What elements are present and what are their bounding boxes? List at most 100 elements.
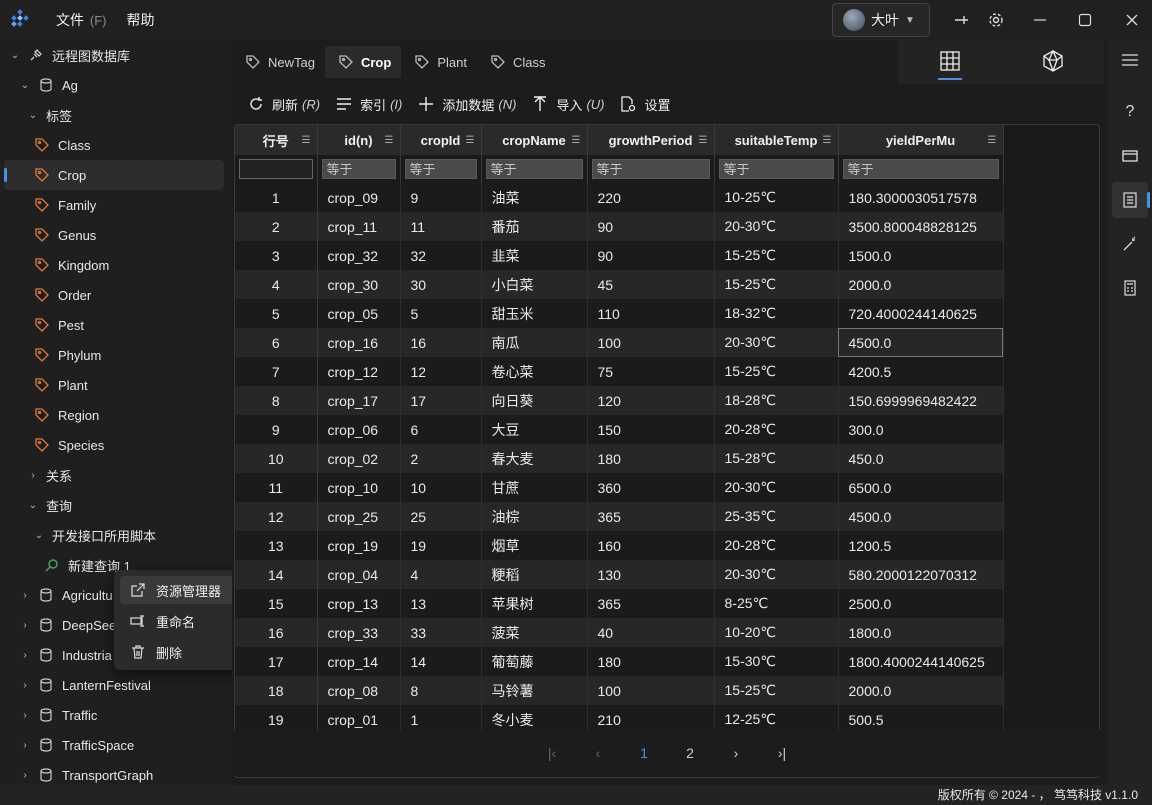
help-icon[interactable]: ? — [1118, 100, 1142, 124]
table-cell[interactable]: 20-30℃ — [714, 212, 839, 241]
table-cell[interactable]: 110 — [587, 299, 715, 328]
chevron-right-icon[interactable]: › — [18, 650, 32, 661]
import-button[interactable]: 导入 (U) — [532, 95, 604, 114]
table-cell[interactable]: 15-25℃ — [714, 676, 839, 705]
column-header[interactable]: 行号 ☰ — [235, 125, 318, 155]
table-cell[interactable]: 15-28℃ — [714, 444, 839, 473]
table-row[interactable]: 8 crop_17 17 向日葵 120 18-28℃ 150.6999969482422 — [235, 386, 1004, 415]
table-cell[interactable]: 5 — [235, 299, 318, 328]
first-page-button[interactable]: |‹ — [529, 745, 575, 761]
table-row[interactable]: 7 crop_12 12 卷心菜 75 15-25℃ 4200.5 — [235, 357, 1004, 386]
table-cell[interactable]: 360 — [587, 473, 715, 502]
pin-icon[interactable] — [950, 8, 974, 32]
column-filter-input[interactable] — [591, 159, 710, 179]
table-row[interactable]: 14 crop_04 4 粳稻 130 20-30℃ 580.2000122070312 — [235, 560, 1004, 589]
page-2-button[interactable]: 2 — [667, 745, 713, 761]
table-cell[interactable]: 20-28℃ — [714, 415, 839, 444]
table-cell[interactable]: crop_17 — [317, 386, 401, 415]
sidebar-db-trafficspace[interactable]: › TrafficSpace — [0, 730, 230, 760]
column-menu-icon[interactable]: ☰ — [988, 135, 997, 146]
tab-plant[interactable]: Plant — [401, 46, 477, 78]
table-cell[interactable]: 9 — [400, 183, 482, 212]
table-cell[interactable]: 4 — [400, 560, 482, 589]
table-cell[interactable]: 15-25℃ — [714, 241, 839, 270]
table-cell[interactable]: crop_04 — [317, 560, 401, 589]
table-cell[interactable]: 18-32℃ — [714, 299, 839, 328]
table-cell[interactable]: 13 — [235, 531, 318, 560]
table-cell[interactable]: 苹果树 — [481, 589, 588, 618]
table-cell[interactable]: 10 — [235, 444, 318, 473]
table-cell[interactable]: 20-28℃ — [714, 531, 839, 560]
table-cell[interactable]: 180 — [587, 647, 715, 676]
table-cell[interactable]: 油菜 — [481, 183, 588, 212]
table-cell[interactable]: 南瓜 — [481, 328, 588, 357]
tree-root[interactable]: ⌄ 远程图数据库 — [0, 40, 230, 70]
table-cell[interactable]: crop_30 — [317, 270, 401, 299]
table-row[interactable]: 1 crop_09 9 油菜 220 10-25℃ 180.3000030517578 — [235, 183, 1004, 212]
tab-crop[interactable]: Crop — [324, 46, 402, 78]
column-filter-input[interactable] — [404, 159, 477, 179]
table-cell[interactable]: 15-25℃ — [714, 357, 839, 386]
table-cell[interactable]: 2 — [235, 212, 318, 241]
table-cell[interactable]: 33 — [400, 618, 482, 647]
table-view-button[interactable] — [898, 40, 1001, 84]
sidebar-db-lanternfestival[interactable]: › LanternFestival — [0, 670, 230, 700]
menu-help[interactable]: 帮助 — [123, 10, 159, 30]
column-header[interactable]: yieldPerMu ☰ — [838, 125, 1004, 155]
table-cell[interactable]: 40 — [587, 618, 715, 647]
table-cell[interactable]: 8-25℃ — [714, 589, 839, 618]
table-cell[interactable]: 11 — [400, 212, 482, 241]
table-cell[interactable]: 100 — [587, 328, 715, 357]
chevron-right-icon[interactable]: › — [18, 590, 32, 601]
table-row[interactable]: 15 crop_13 13 苹果树 365 8-25℃ 2500.0 — [235, 589, 1004, 618]
table-cell[interactable]: 15-30℃ — [714, 647, 839, 676]
table-cell[interactable]: 葡萄藤 — [481, 647, 588, 676]
column-menu-icon[interactable]: ☰ — [466, 135, 475, 146]
sidebar-tag-crop[interactable]: Crop — [4, 160, 224, 190]
table-cell[interactable]: 30 — [400, 270, 482, 299]
table-cell[interactable]: 13 — [400, 589, 482, 618]
table-cell[interactable]: 300.0 — [838, 415, 1004, 444]
table-cell[interactable]: crop_06 — [317, 415, 401, 444]
table-cell[interactable]: 17 — [400, 386, 482, 415]
table-row[interactable]: 10 crop_02 2 春大麦 180 15-28℃ 450.0 — [235, 444, 1004, 473]
table-cell[interactable]: 75 — [587, 357, 715, 386]
tree-db-ag[interactable]: ⌄ Ag — [0, 70, 230, 100]
table-row[interactable]: 13 crop_19 19 烟草 160 20-28℃ 1200.5 — [235, 531, 1004, 560]
sidebar-tag-species[interactable]: Species — [0, 430, 230, 460]
table-cell[interactable]: crop_19 — [317, 531, 401, 560]
table-cell[interactable]: 450.0 — [838, 444, 1004, 473]
table-cell[interactable]: 9 — [235, 415, 318, 444]
table-cell[interactable]: 卷心菜 — [481, 357, 588, 386]
table-cell[interactable]: 粳稻 — [481, 560, 588, 589]
page-1-button[interactable]: 1 — [621, 745, 667, 761]
last-page-button[interactable]: ›| — [759, 745, 805, 761]
table-cell[interactable]: 1200.5 — [838, 531, 1004, 560]
table-cell[interactable]: 5 — [400, 299, 482, 328]
chevron-right-icon[interactable]: › — [18, 680, 32, 691]
table-cell[interactable]: 向日葵 — [481, 386, 588, 415]
table-cell[interactable]: 14 — [400, 647, 482, 676]
sidebar-db-transportgraph[interactable]: › TransportGraph — [0, 760, 230, 785]
table-cell[interactable]: 1800.4000244140625 — [838, 647, 1004, 676]
table-cell[interactable]: 18 — [235, 676, 318, 705]
table-cell[interactable]: crop_14 — [317, 647, 401, 676]
chevron-right-icon[interactable]: › — [18, 740, 32, 751]
table-cell[interactable]: 20-30℃ — [714, 560, 839, 589]
table-cell[interactable]: crop_13 — [317, 589, 401, 618]
table-cell[interactable]: 1500.0 — [838, 241, 1004, 270]
table-cell[interactable]: 小白菜 — [481, 270, 588, 299]
column-menu-icon[interactable]: ☰ — [699, 135, 708, 146]
table-cell[interactable]: 12 — [235, 502, 318, 531]
user-menu[interactable]: 大叶 ▼ — [832, 3, 930, 37]
sidebar-tag-region[interactable]: Region — [0, 400, 230, 430]
table-cell[interactable]: crop_08 — [317, 676, 401, 705]
table-cell[interactable]: 8 — [400, 676, 482, 705]
table-cell[interactable]: 菠菜 — [481, 618, 588, 647]
column-menu-icon[interactable]: ☰ — [302, 135, 311, 146]
table-cell[interactable]: 12 — [400, 357, 482, 386]
minimize-icon[interactable] — [1028, 8, 1052, 32]
chevron-right-icon[interactable]: › — [18, 620, 32, 631]
tree-relations-group[interactable]: › 关系 — [0, 460, 230, 490]
tree-query-group[interactable]: ⌄ 查询 — [0, 490, 230, 520]
